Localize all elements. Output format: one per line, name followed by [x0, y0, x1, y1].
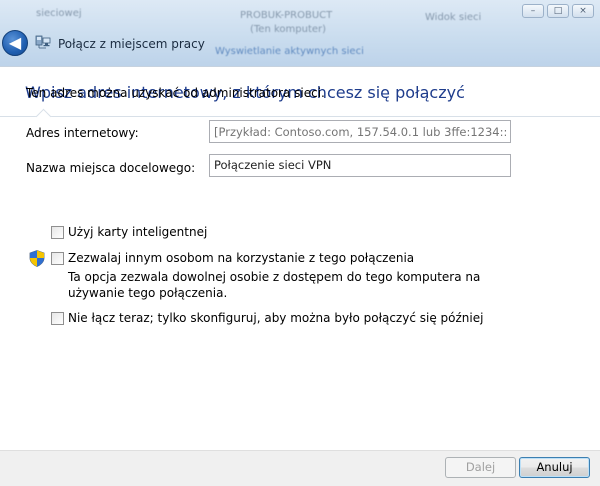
window-title: Połącz z miejscem pracy [58, 37, 205, 51]
header-divider [0, 116, 600, 117]
allow-others-description: Ta opcja zezwala dowolnej osobie z dostę… [68, 270, 481, 300]
minimize-icon[interactable]: – [522, 4, 544, 18]
address-label: Adres internetowy: [26, 126, 139, 140]
cancel-button[interactable]: Anuluj [519, 457, 590, 478]
wizard-footer: Dalej Anuluj [0, 450, 600, 486]
bg-text: sieciowej [36, 8, 82, 19]
network-computer-icon [35, 35, 51, 49]
allow-others-label[interactable]: Zezwalaj innym osobom na korzystanie z t… [68, 251, 414, 265]
uac-shield-icon [29, 250, 45, 267]
bg-text: Widok sieci [425, 12, 482, 23]
dont-connect-label[interactable]: Nie łącz teraz; tylko skonfiguruj, aby m… [68, 311, 483, 325]
close-icon[interactable]: × [572, 4, 594, 18]
back-arrow-icon: ◀ [8, 33, 22, 52]
window-controls: – □ × [522, 4, 594, 18]
address-input[interactable] [209, 120, 511, 143]
wizard-titlebar: ◀ Połącz z miejscem pracy [0, 28, 600, 62]
smart-card-label[interactable]: Użyj karty inteligentnej [68, 225, 207, 239]
header-notch [35, 108, 52, 125]
destination-input[interactable]: Połączenie sieci VPN [209, 154, 511, 177]
smart-card-checkbox[interactable] [51, 226, 64, 239]
page-description: Ten adres można uzyskać od administrator… [26, 86, 325, 100]
next-button[interactable]: Dalej [445, 457, 516, 478]
bg-text: PROBUK-PROBUCT [240, 10, 333, 21]
maximize-icon[interactable]: □ [547, 4, 569, 18]
back-button[interactable]: ◀ [2, 30, 28, 56]
dont-connect-checkbox[interactable] [51, 312, 64, 325]
destination-label: Nazwa miejsca docelowego: [26, 161, 196, 175]
allow-others-checkbox[interactable] [51, 252, 64, 265]
